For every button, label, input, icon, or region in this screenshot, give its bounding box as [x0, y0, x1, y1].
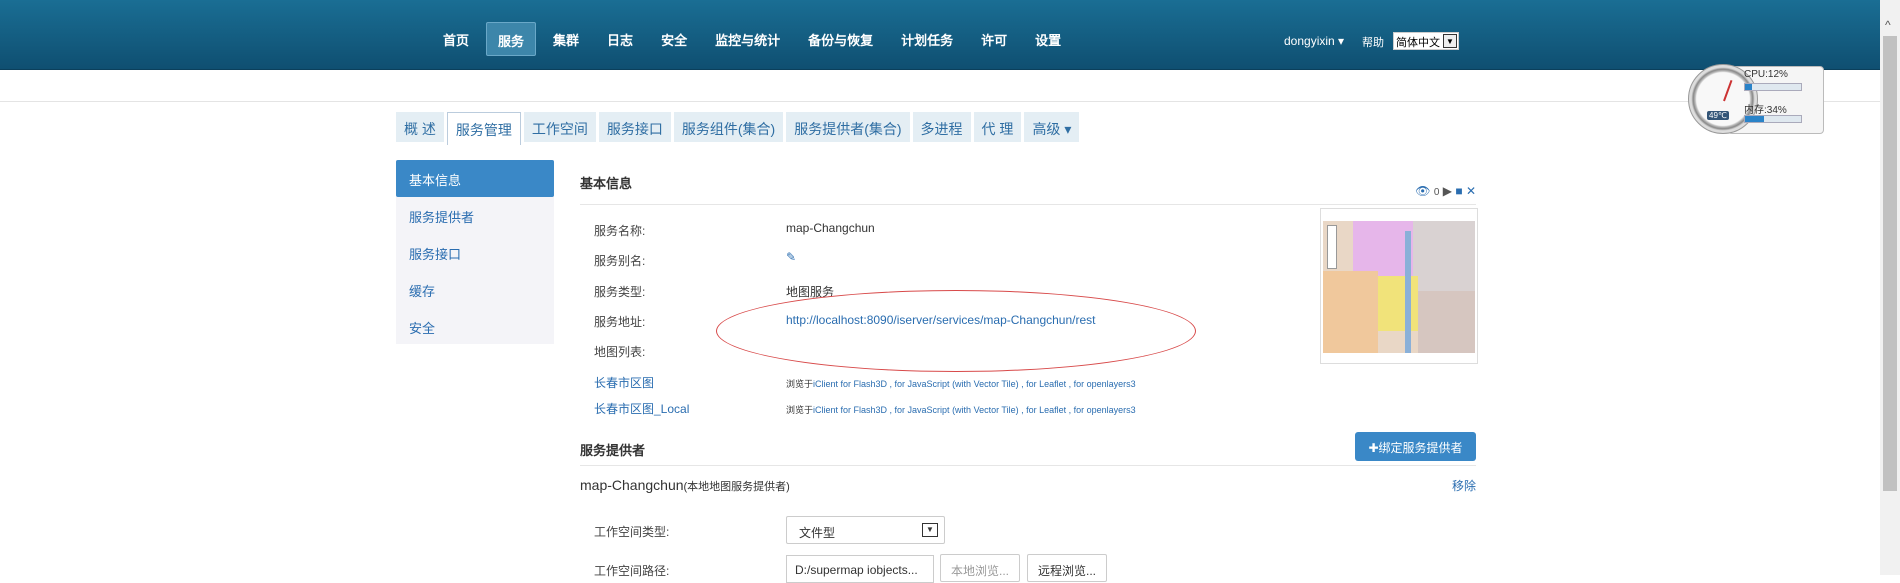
nav-cluster[interactable]: 集群	[542, 22, 590, 56]
sidebar-item-providers[interactable]: 服务提供者	[396, 197, 554, 234]
nav-settings[interactable]: 设置	[1024, 22, 1072, 56]
nav-scheduled-tasks[interactable]: 计划任务	[890, 22, 964, 56]
remove-provider-link[interactable]: 移除	[1452, 477, 1476, 494]
memory-bar	[1744, 115, 1802, 123]
local-browse-button[interactable]: 本地浏览...	[940, 554, 1021, 582]
memory-bar-fill	[1745, 116, 1765, 122]
tab-multiprocess[interactable]: 多进程	[912, 112, 971, 142]
workspace-type-select[interactable]: 文件型 ▼	[786, 516, 945, 544]
cpu-bar	[1744, 83, 1802, 91]
eye-icon: 👁	[1415, 184, 1431, 198]
nav-backup[interactable]: 备份与恢复	[797, 22, 884, 56]
temperature-readout: 49℃	[1707, 111, 1729, 120]
map-browse-links: 浏览于iClient for Flash3D , for JavaScript …	[786, 377, 1136, 390]
sub-band	[0, 70, 1880, 102]
nav-home[interactable]: 首页	[432, 22, 480, 56]
tab-service-providers[interactable]: 服务提供者(集合)	[786, 112, 910, 142]
language-value: 简体中文	[1396, 37, 1440, 49]
alias-label: 服务别名:	[594, 254, 646, 268]
highlight-ellipse	[716, 290, 1196, 372]
sidebar-item-cache[interactable]: 缓存	[396, 271, 554, 308]
tab-service-management[interactable]: 服务管理	[446, 112, 521, 145]
section-divider	[580, 204, 1476, 205]
cpu-label: CPU:12%	[1744, 69, 1788, 80]
nav-monitoring[interactable]: 监控与统计	[704, 22, 791, 56]
service-name-label: 服务名称:	[594, 224, 646, 238]
service-sidebar: 基本信息 服务提供者 服务接口 缓存 安全	[396, 160, 554, 344]
providers-title: 服务提供者	[580, 443, 646, 458]
service-name-value: map-Changchun	[786, 221, 875, 235]
nav-services[interactable]: 服务	[486, 22, 537, 56]
help-link[interactable]: 帮助	[1362, 34, 1384, 50]
cpu-bar-fill	[1745, 84, 1752, 90]
tab-proxy[interactable]: 代 理	[973, 112, 1022, 142]
service-tabs: 概 述 服务管理 工作空间 服务接口 服务组件(集合) 服务提供者(集合) 多进…	[396, 112, 1082, 145]
tab-overview[interactable]: 概 述	[396, 112, 444, 142]
workspace-path-input[interactable]: D:/supermap iobjects...	[786, 555, 934, 583]
basic-info-title: 基本信息	[580, 176, 633, 191]
scroll-thumb[interactable]	[1883, 36, 1897, 491]
providers-divider	[580, 465, 1476, 466]
map-browse-links-local: 浏览于iClient for Flash3D , for JavaScript …	[786, 403, 1136, 416]
map-item-changchun[interactable]: 长春市区图	[594, 374, 654, 391]
service-type-label: 服务类型:	[594, 285, 646, 299]
bind-provider-button[interactable]: ✚绑定服务提供者	[1355, 432, 1476, 461]
provider-name: map-Changchun	[580, 477, 684, 493]
nav-license[interactable]: 许可	[970, 22, 1018, 56]
chevron-down-icon: ▼	[922, 523, 938, 537]
main-nav: 首页 服务 集群 日志 安全 监控与统计 备份与恢复 计划任务 许可 设置	[432, 22, 1078, 56]
tab-service-interface[interactable]: 服务接口	[598, 112, 671, 142]
workspace-type-value: 文件型	[799, 526, 836, 540]
browse-prefix: 浏览于	[786, 379, 814, 389]
nav-logs[interactable]: 日志	[596, 22, 644, 56]
workspace-path-label: 工作空间路径:	[594, 564, 670, 578]
stop-icon[interactable]: ■	[1455, 184, 1462, 198]
start-icon[interactable]: ▶	[1443, 184, 1452, 198]
tab-advanced[interactable]: 高级 ▾	[1024, 112, 1080, 142]
browse-client-links[interactable]: iClient for Flash3D , for JavaScript (wi…	[813, 379, 1136, 389]
service-actions: 👁 0 ▶ ■ ✕	[1415, 184, 1476, 198]
sidebar-item-security[interactable]: 安全	[396, 308, 554, 345]
tab-service-components[interactable]: 服务组件(集合)	[673, 112, 784, 142]
browse-prefix: 浏览于	[786, 405, 814, 415]
map-list-label: 地图列表:	[594, 345, 646, 359]
service-address-label: 服务地址:	[594, 315, 646, 329]
map-preview-image	[1323, 221, 1475, 353]
close-icon[interactable]: ✕	[1466, 184, 1476, 198]
edit-icon[interactable]: ✎	[786, 250, 796, 264]
sidebar-item-interfaces[interactable]: 服务接口	[396, 234, 554, 271]
view-count: 0	[1433, 187, 1440, 198]
scroll-up-icon[interactable]: ^	[1885, 18, 1891, 32]
sidebar-item-basic-info[interactable]: 基本信息	[396, 160, 554, 197]
provider-entry: map-Changchun(本地地图服务提供者)	[580, 477, 790, 494]
top-navigation-bar: 首页 服务 集群 日志 安全 监控与统计 备份与恢复 计划任务 许可 设置 do…	[0, 0, 1880, 70]
browse-client-links[interactable]: iClient for Flash3D , for JavaScript (wi…	[813, 405, 1136, 415]
provider-type: (本地地图服务提供者)	[683, 481, 790, 493]
workspace-type-label: 工作空间类型:	[594, 525, 670, 539]
gauge-needle	[1723, 79, 1733, 102]
remote-browse-button[interactable]: 远程浏览...	[1027, 554, 1108, 582]
tab-workspace[interactable]: 工作空间	[523, 112, 596, 142]
system-monitor-widget: 49℃ CPU:12% 内存:34%	[1688, 64, 1826, 136]
memory-label: 内存:34%	[1744, 105, 1787, 116]
map-thumbnail[interactable]	[1320, 208, 1478, 364]
nav-security[interactable]: 安全	[650, 22, 698, 56]
user-menu[interactable]: dongyixin ▾	[1284, 34, 1344, 48]
map-item-changchun-local[interactable]: 长春市区图_Local	[594, 400, 689, 417]
chevron-down-icon: ▼	[1443, 34, 1457, 48]
language-select[interactable]: 简体中文 ▼	[1393, 32, 1459, 50]
